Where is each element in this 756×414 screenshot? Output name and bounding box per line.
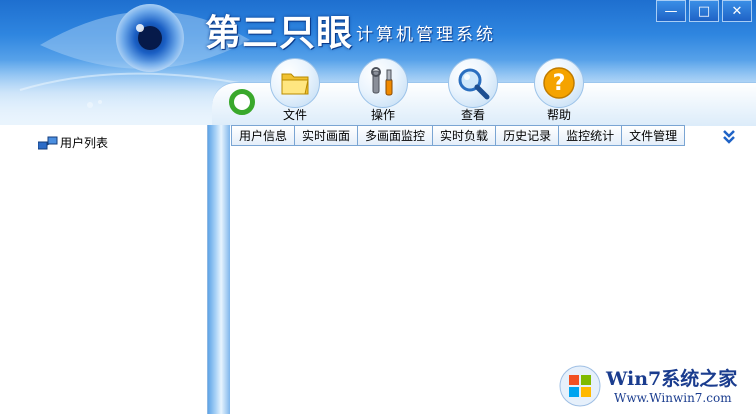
double-chevron-down-icon[interactable] bbox=[720, 127, 738, 145]
watermark: Win7系统之家 Www.Winwin7.com bbox=[556, 362, 752, 410]
tree-item-label: 用户列表 bbox=[60, 136, 109, 150]
tab-multi-screen-monitor[interactable]: 多画面监控 bbox=[358, 125, 434, 146]
toolbar-view-label: 查看 bbox=[460, 108, 485, 122]
app-brand: 第三只眼 bbox=[205, 13, 354, 54]
toolbar-operate-label: 操作 bbox=[370, 108, 395, 122]
toolbar-file-button[interactable]: 文件 bbox=[267, 58, 323, 123]
window-controls: — □ ✕ bbox=[653, 0, 752, 22]
panel-splitter[interactable] bbox=[208, 125, 230, 414]
minimize-button[interactable]: — bbox=[656, 0, 686, 22]
svg-text:?: ? bbox=[553, 71, 566, 96]
toolbar-help-label: 帮助 bbox=[546, 108, 571, 122]
tools-icon bbox=[358, 58, 408, 108]
toolbar-help-button[interactable]: ? 帮助 bbox=[531, 58, 587, 123]
folder-icon bbox=[270, 58, 320, 108]
tree-item-user-list[interactable]: 用户列表 bbox=[38, 134, 108, 151]
status-ring-icon bbox=[229, 89, 255, 115]
windows-logo-icon bbox=[559, 365, 601, 407]
app-subtitle: 计算机管理系统 bbox=[356, 25, 496, 45]
tab-monitor-stats[interactable]: 监控统计 bbox=[559, 125, 623, 146]
tab-history[interactable]: 历史记录 bbox=[496, 125, 560, 146]
tab-realtime-screen[interactable]: 实时画面 bbox=[295, 125, 359, 146]
tab-bar: 用户信息 实时画面 多画面监控 实时负载 历史记录 监控统计 文件管理 bbox=[231, 125, 686, 146]
magnifier-icon bbox=[448, 58, 498, 108]
watermark-url: Www.Winwin7.com bbox=[614, 391, 732, 405]
toolbar-operate-button[interactable]: 操作 bbox=[355, 58, 411, 123]
sidebar-tree-panel: 用户列表 bbox=[0, 125, 208, 414]
tab-realtime-load[interactable]: 实时负载 bbox=[433, 125, 497, 146]
tab-file-management[interactable]: 文件管理 bbox=[622, 125, 686, 146]
tab-user-info[interactable]: 用户信息 bbox=[231, 125, 296, 146]
close-button[interactable]: ✕ bbox=[722, 0, 752, 22]
maximize-button[interactable]: □ bbox=[689, 0, 719, 22]
toolbar-view-button[interactable]: 查看 bbox=[445, 58, 501, 123]
watermark-title: Win7系统之家 bbox=[606, 368, 738, 390]
help-icon: ? bbox=[534, 58, 584, 108]
network-icon bbox=[38, 136, 58, 149]
toolbar-file-label: 文件 bbox=[282, 108, 307, 122]
